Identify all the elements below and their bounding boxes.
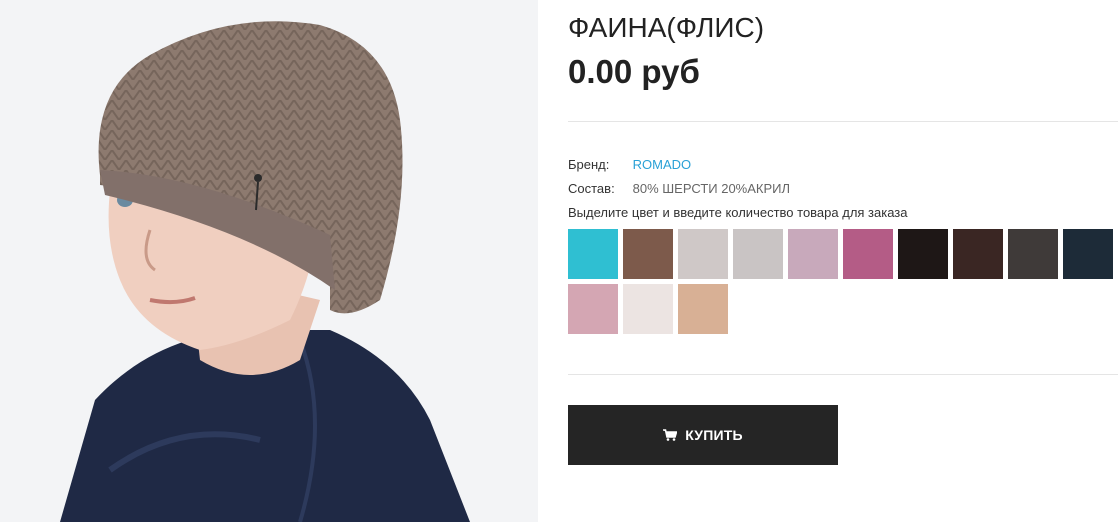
product-photo[interactable] [0,0,538,522]
color-hint: Выделите цвет и введите количество товар… [568,205,908,220]
composition-value: 80% ШЕРСТИ 20%АКРИЛ [632,181,791,196]
color-swatch[interactable] [843,229,893,279]
product-info: ФАИНА(ФЛИС) 0.00 руб Бренд: ROMADO Соста… [568,0,1118,522]
product-image [0,0,538,522]
divider-bottom [568,374,1118,375]
color-swatch[interactable] [1063,229,1113,279]
color-swatch[interactable] [623,284,673,334]
composition-label: Состав: [568,181,615,196]
color-swatch[interactable] [1008,229,1058,279]
cart-icon [663,429,678,441]
color-swatch[interactable] [788,229,838,279]
color-swatch[interactable] [568,284,618,334]
product-title: ФАИНА(ФЛИС) [568,12,765,43]
buy-label: КУПИТЬ [685,427,743,443]
color-swatch[interactable] [623,229,673,279]
product-price: 0.00 руб [568,53,700,90]
color-swatch[interactable] [678,284,728,334]
divider-top [568,121,1118,122]
buy-button[interactable]: КУПИТЬ [568,405,838,465]
color-swatch[interactable] [568,229,618,279]
color-swatch[interactable] [733,229,783,279]
color-swatch[interactable] [898,229,948,279]
color-swatch[interactable] [678,229,728,279]
color-swatch[interactable] [953,229,1003,279]
composition-row: Состав: 80% ШЕРСТИ 20%АКРИЛ [568,181,790,196]
brand-link[interactable]: ROMADO [633,157,692,172]
brand-label: Бренд: [568,157,610,172]
brand-row: Бренд: ROMADO [568,157,691,172]
